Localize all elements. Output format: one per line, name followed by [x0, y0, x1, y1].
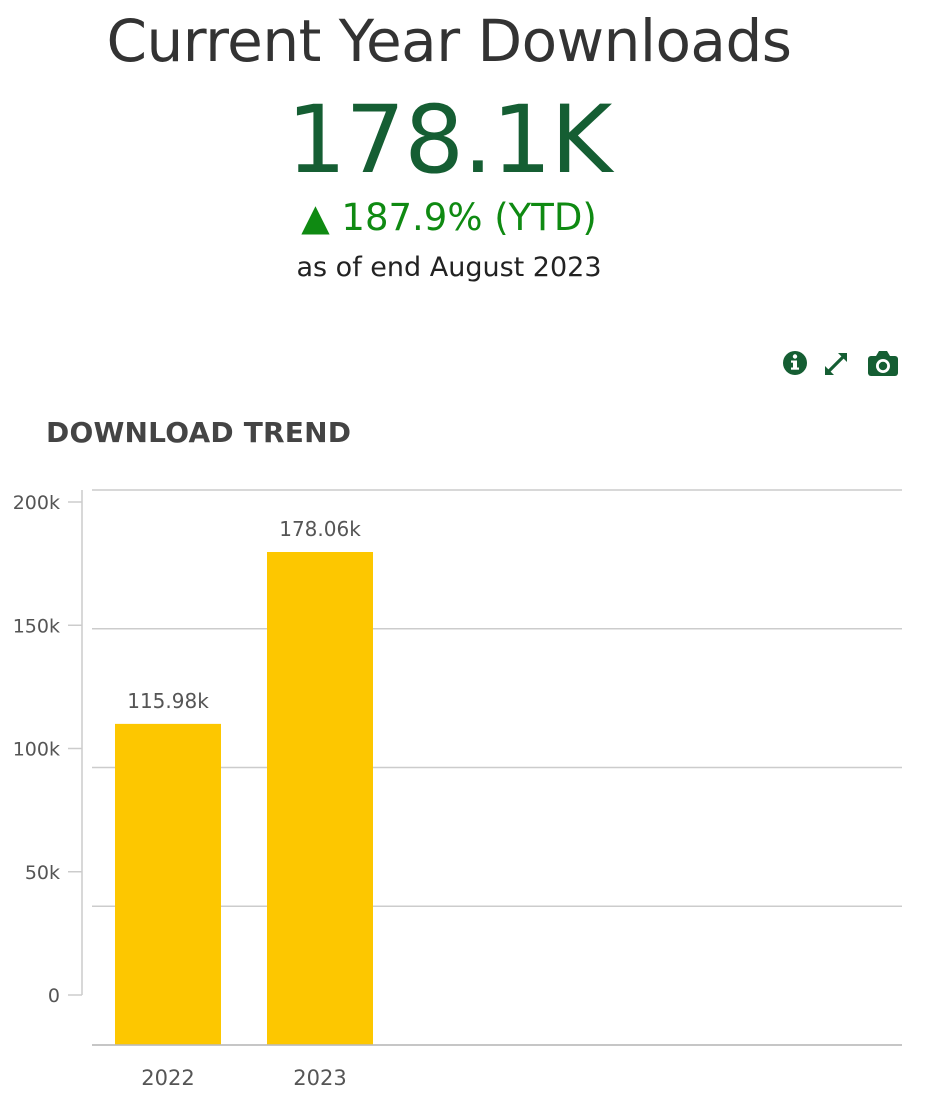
- info-button[interactable]: [780, 346, 812, 380]
- y-tick-label: 150k: [13, 615, 60, 637]
- kpi-value: 178.1K: [286, 86, 613, 195]
- expand-icon: [825, 353, 847, 375]
- camera-icon: [868, 351, 898, 376]
- kpi-as-of-date: as of end August 2023: [296, 252, 602, 283]
- expand-button[interactable]: [820, 346, 852, 380]
- y-tick-label: 50k: [25, 862, 60, 884]
- download-trend-chart: 0 50k 100k 150k 200k 115.98k 2022 178.06k 2023: [13, 489, 902, 1090]
- kpi-change: ▲ 187.9% (YTD): [301, 196, 597, 239]
- y-tick-label: 200k: [13, 492, 60, 514]
- data-label-2022: 115.98k: [127, 689, 209, 713]
- y-tick-label: 100k: [13, 739, 60, 761]
- data-label-2023: 178.06k: [279, 517, 361, 541]
- bar-2022: [115, 723, 221, 1045]
- screenshot-button[interactable]: [866, 346, 898, 380]
- info-icon: [783, 351, 807, 375]
- y-tick-label: 0: [48, 985, 60, 1007]
- section-title: DOWNLOAD TREND: [46, 416, 352, 449]
- chart-toolbar: [780, 346, 904, 382]
- kpi-title: Current Year Downloads: [106, 7, 792, 75]
- x-tick-label-2022: 2022: [141, 1066, 194, 1090]
- bar-2023: [267, 552, 373, 1045]
- x-tick-label-2023: 2023: [293, 1066, 346, 1090]
